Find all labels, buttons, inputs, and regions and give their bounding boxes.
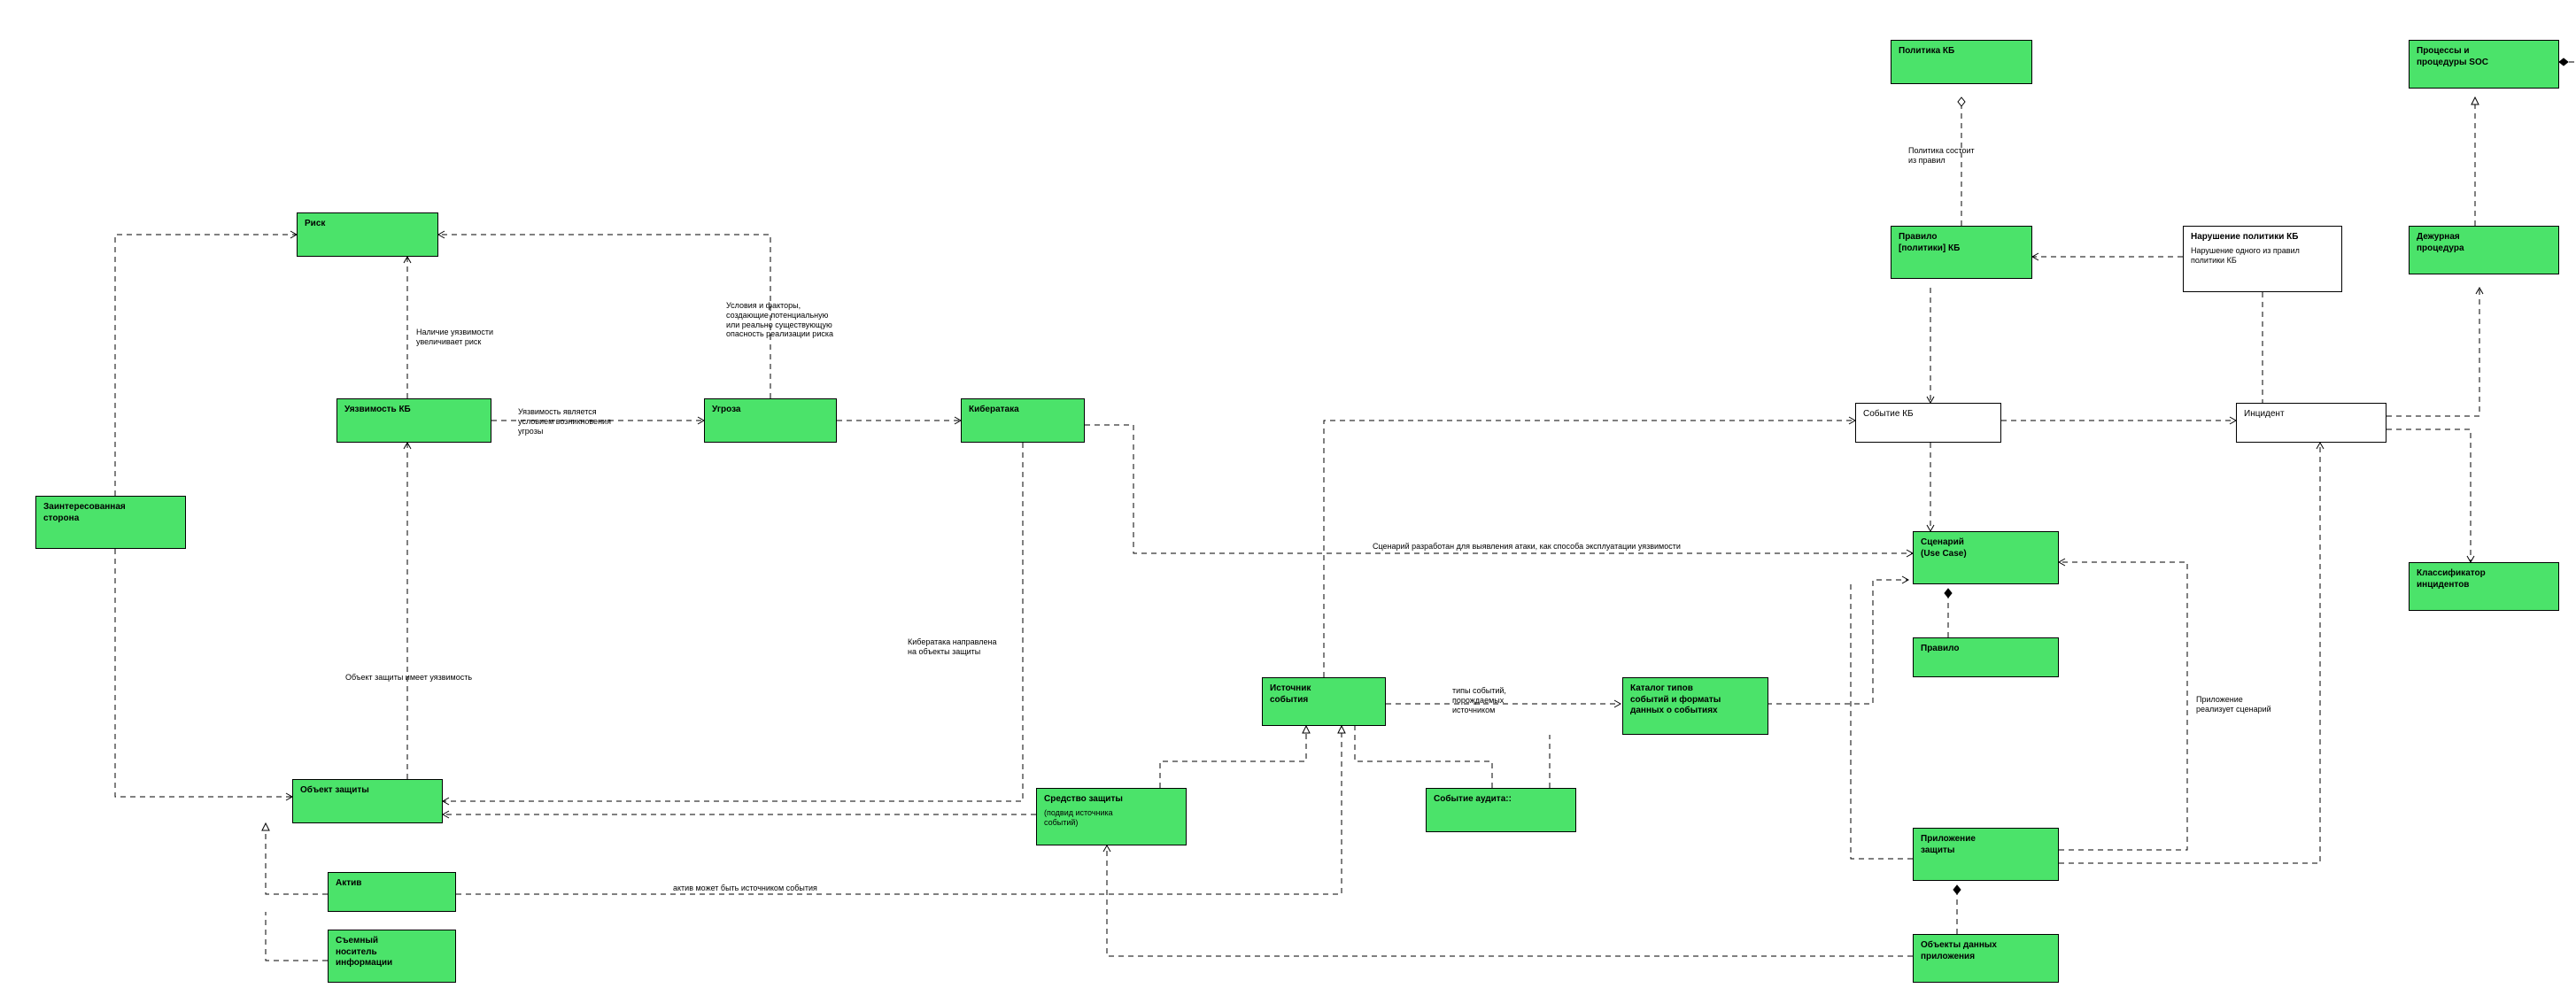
node-label: Нарушение политики КБ [2191,232,2298,242]
edge-label: Уязвимость являетсяусловием возникновени… [518,407,660,436]
node-label: Классификаторинцидентов [2417,568,2486,590]
node-procSOC[interactable]: Процессы ипроцедуры SOC [2409,40,2559,89]
node-incident[interactable]: Инцидент [2236,403,2386,443]
node-evtsrc[interactable]: Источниксобытия [1262,677,1386,726]
node-label: Угроза [712,405,741,414]
node-label: Процессы ипроцедуры SOC [2417,46,2488,67]
node-stakeholder[interactable]: Заинтересованнаясторона [35,496,186,549]
node-label: Риск [305,219,325,228]
node-classifier[interactable]: Классификаторинцидентов [2409,562,2559,611]
node-auditevt[interactable]: Событие аудита:: [1426,788,1576,832]
node-app[interactable]: Приложениезащиты [1913,828,2059,881]
node-ruleKB[interactable]: Правило[политики] КБ [1891,226,2032,279]
node-policyKB[interactable]: Политика КБ [1891,40,2032,84]
node-cyberattack[interactable]: Кибератака [961,398,1085,443]
node-label: Правило[политики] КБ [1899,232,1960,253]
edge-label: типы событий,порождаемыхисточником [1452,686,1559,714]
node-label: Политика КБ [1899,46,1954,56]
node-label: Дежурнаяпроцедура [2417,232,2464,253]
edge-label: Наличие уязвимостиувеличивает риск [416,328,540,347]
node-vuln[interactable]: Уязвимость КБ [337,398,491,443]
edge-label: Объект защиты имеет уязвимость [345,673,522,683]
node-removable[interactable]: Съемныйносительинформации [328,930,456,983]
node-catalog[interactable]: Каталог типовсобытий и форматыданных о с… [1622,677,1768,735]
node-label: Каталог типовсобытий и форматыданных о с… [1630,683,1721,715]
node-label: Событие аудита:: [1434,794,1512,804]
node-label: Объект защиты [300,785,369,795]
node-label: Уязвимость КБ [344,405,411,414]
node-protobj[interactable]: Объект защиты [292,779,443,823]
node-sub: (подвид источникасобытий) [1044,808,1179,829]
node-label: Правило [1921,644,1959,653]
node-label: Заинтересованнаясторона [43,502,126,523]
node-label: Кибератака [969,405,1019,414]
edge-label: Политика состоитиз правил [1908,146,2032,166]
node-dutyproc[interactable]: Дежурнаяпроцедура [2409,226,2559,274]
node-rule[interactable]: Правило [1913,637,2059,677]
node-label: Съемныйносительинформации [336,936,392,968]
node-risk[interactable]: Риск [297,212,438,257]
edge-label: Сценарий разработан для выявления атаки,… [1373,542,1815,552]
node-appobjs[interactable]: Объекты данныхприложения [1913,934,2059,983]
node-label: Источниксобытия [1270,683,1311,705]
edges-layer [0,0,2576,988]
node-threat[interactable]: Угроза [704,398,837,443]
node-label: Сценарий(Use Case) [1921,537,1967,559]
node-label: Средство защиты [1044,794,1123,804]
edge-label: Приложениереализует сценарий [2196,695,2320,714]
node-asset[interactable]: Актив [328,872,456,912]
node-violation[interactable]: Нарушение политики КБ Нарушение одного из… [2183,226,2342,292]
node-sub: Нарушение одного из правилполитики КБ [2191,246,2334,266]
node-label: Событие КБ [1863,409,1914,419]
node-kbevent[interactable]: Событие КБ [1855,403,2001,443]
edge-label: Условия и факторы,создающие потенциальну… [726,301,903,339]
node-usecase[interactable]: Сценарий(Use Case) [1913,531,2059,584]
edge-label: актив может быть источником события [673,884,894,893]
node-label: Приложениезащиты [1921,834,1976,855]
node-protmeans[interactable]: Средство защиты (подвид источникасобытий) [1036,788,1187,845]
node-label: Объекты данныхприложения [1921,940,1997,961]
node-label: Инцидент [2244,409,2285,419]
node-label: Актив [336,878,361,888]
edge-label: Кибератака направленана объекты защиты [908,637,1067,657]
